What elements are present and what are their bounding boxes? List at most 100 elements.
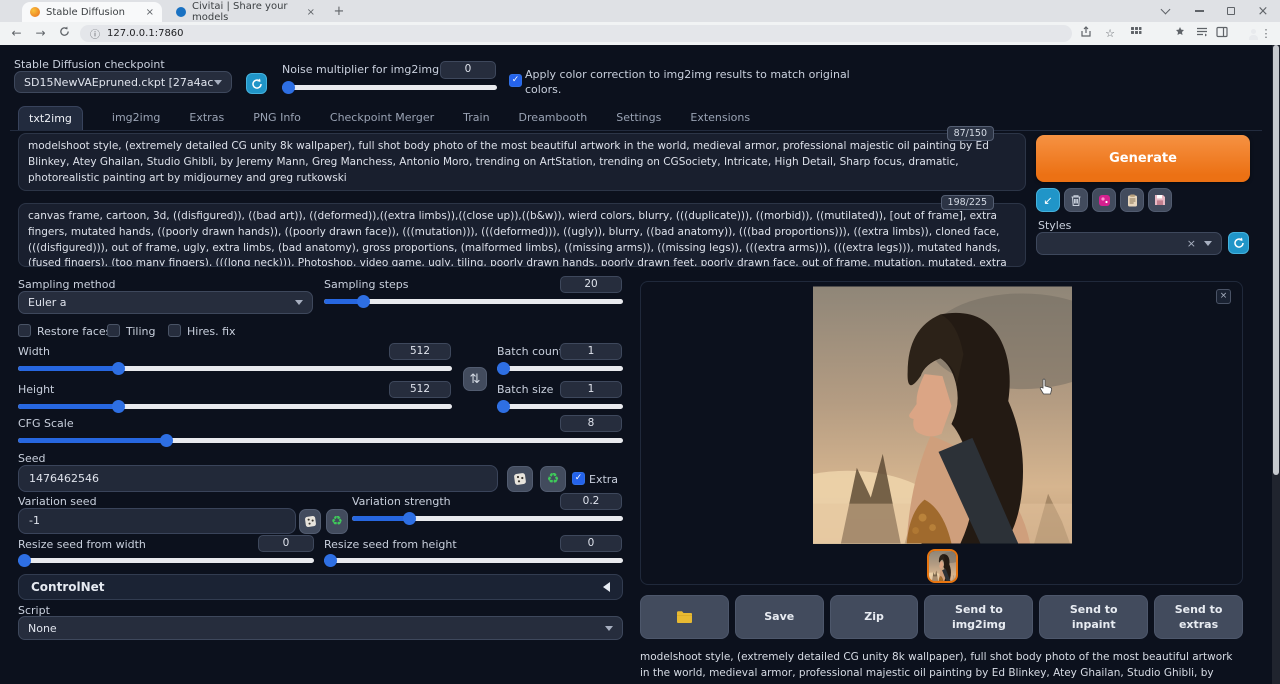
tab-train[interactable]: Train (463, 111, 489, 130)
restore-faces-checkbox[interactable] (18, 324, 31, 337)
send-to-extras-button[interactable]: Send to extras (1154, 595, 1243, 639)
extensions-puzzle-icon[interactable] (1172, 26, 1188, 42)
scrollbar-thumb[interactable] (1273, 45, 1279, 475)
styles-dropdown[interactable] (1036, 232, 1222, 255)
tab-extensions[interactable]: Extensions (690, 111, 750, 130)
checkpoint-dropdown[interactable]: SD15NewVAEpruned.ckpt [27a4ac756c] (14, 71, 232, 93)
clipboard-icon (1127, 194, 1138, 207)
clear-prompt-button[interactable] (1064, 188, 1088, 212)
reuse-variation-seed-button[interactable]: ♻ (326, 509, 348, 534)
batch-size-value[interactable]: 1 (560, 381, 622, 398)
reload-icon[interactable] (56, 25, 73, 42)
style-copy-button[interactable] (1120, 188, 1144, 212)
paste-params-button[interactable]: ↙ (1036, 188, 1060, 212)
cfg-scale-slider[interactable] (18, 434, 623, 447)
sampling-steps-slider[interactable] (324, 295, 623, 308)
save-style-button[interactable] (1148, 188, 1172, 212)
tab-dreambooth[interactable]: Dreambooth (519, 111, 588, 130)
stable-diffusion-favicon (30, 7, 40, 17)
hires-fix-checkbox[interactable] (168, 324, 181, 337)
page-scrollbar[interactable] (1272, 45, 1280, 684)
chevron-down-icon (295, 300, 303, 305)
extra-seed-checkbox[interactable] (572, 472, 585, 485)
tab-settings[interactable]: Settings (616, 111, 661, 130)
reuse-seed-button[interactable]: ♻ (540, 466, 566, 492)
gallery-close-button[interactable] (1216, 289, 1231, 304)
tab-txt2img[interactable]: txt2img (18, 106, 83, 130)
gallery-thumbnail[interactable] (927, 549, 958, 583)
batch-count-slider[interactable] (497, 362, 623, 375)
variation-seed-input[interactable]: -1 (18, 508, 296, 534)
new-tab-button[interactable]: + (330, 3, 348, 21)
window-menu-chevron-icon[interactable] (1150, 0, 1180, 22)
browser-tab-stable-diffusion[interactable]: Stable Diffusion × (22, 2, 162, 22)
send-to-img2img-button[interactable]: Send to img2img (924, 595, 1033, 639)
dice-icon (304, 515, 317, 528)
apps-grid-icon[interactable] (1128, 26, 1144, 42)
bookmark-star-icon[interactable]: ☆ (1102, 26, 1118, 42)
noise-multiplier-slider[interactable] (282, 81, 497, 94)
tab-close-icon[interactable]: × (307, 7, 315, 18)
browser-menu-dots-icon[interactable]: ⋮ (1258, 26, 1274, 42)
swap-width-height-button[interactable]: ⇅ (463, 367, 487, 391)
window-maximize-button[interactable] (1216, 0, 1246, 22)
negative-prompt-input[interactable]: canvas frame, cartoon, 3d, ((disfigured)… (18, 203, 1026, 267)
tab-close-icon[interactable]: × (146, 7, 154, 18)
variation-strength-value[interactable]: 0.2 (560, 493, 622, 510)
noise-multiplier-value[interactable]: 0 (440, 61, 496, 79)
tiling-checkbox[interactable] (107, 324, 120, 337)
resize-seed-width-value[interactable]: 0 (258, 535, 314, 552)
batch-size-slider[interactable] (497, 400, 623, 413)
sampling-method-label: Sampling method (18, 278, 115, 291)
tab-checkpoint-merger[interactable]: Checkpoint Merger (330, 111, 434, 130)
address-bar[interactable]: ⓘ 127.0.0.1:7860 (80, 25, 1072, 42)
zip-button[interactable]: Zip (830, 595, 919, 639)
open-folder-button[interactable] (640, 595, 729, 639)
variation-strength-slider[interactable] (352, 512, 623, 525)
generated-image[interactable] (813, 286, 1072, 544)
extra-seed-label: Extra (589, 473, 618, 486)
side-panel-icon[interactable] (1214, 26, 1230, 42)
tab-png-info[interactable]: PNG Info (253, 111, 301, 130)
floppy-save-icon (1154, 194, 1166, 206)
extension-blue-icon[interactable] (1150, 26, 1166, 42)
width-value[interactable]: 512 (389, 343, 451, 360)
resize-seed-width-slider[interactable] (18, 554, 314, 567)
style-apply-button[interactable] (1092, 188, 1116, 212)
tab-img2img[interactable]: img2img (112, 111, 161, 130)
resize-seed-height-value[interactable]: 0 (560, 535, 622, 552)
sampling-steps-value[interactable]: 20 (560, 276, 622, 293)
generate-button[interactable]: Generate (1036, 135, 1250, 182)
share-icon[interactable] (1078, 26, 1094, 42)
save-button[interactable]: Save (735, 595, 824, 639)
width-slider[interactable] (18, 362, 452, 375)
controlnet-accordion[interactable]: ControlNet (18, 574, 623, 600)
script-value: None (28, 622, 57, 635)
forward-icon[interactable]: → (32, 25, 49, 42)
send-to-inpaint-button[interactable]: Send to inpaint (1039, 595, 1148, 639)
height-slider[interactable] (18, 400, 452, 413)
random-variation-seed-button[interactable] (299, 509, 321, 534)
cfg-scale-value[interactable]: 8 (560, 415, 622, 432)
site-info-icon[interactable]: ⓘ (90, 26, 100, 41)
prompt-input[interactable]: modelshoot style, (extremely detailed CG… (18, 133, 1026, 191)
sampling-method-dropdown[interactable]: Euler a (18, 291, 313, 314)
tab-extras[interactable]: Extras (189, 111, 224, 130)
checkpoint-refresh-button[interactable] (246, 73, 267, 94)
script-dropdown[interactable]: None (18, 616, 623, 640)
checkpoint-label: Stable Diffusion checkpoint (14, 58, 165, 71)
styles-clear-icon[interactable] (1187, 237, 1196, 250)
window-close-button[interactable]: × (1248, 0, 1278, 22)
reading-list-icon[interactable] (1194, 26, 1210, 42)
batch-count-value[interactable]: 1 (560, 343, 622, 360)
height-value[interactable]: 512 (389, 381, 451, 398)
resize-seed-height-slider[interactable] (324, 554, 623, 567)
color-correction-checkbox[interactable] (509, 74, 522, 87)
styles-refresh-button[interactable] (1228, 232, 1249, 254)
profile-avatar[interactable] (1238, 26, 1254, 42)
seed-input[interactable]: 1476462546 (18, 465, 498, 492)
window-minimize-button[interactable] (1184, 0, 1214, 22)
browser-tab-civitai[interactable]: Civitai | Share your models × (168, 2, 323, 22)
back-icon[interactable]: ← (8, 25, 25, 42)
random-seed-button[interactable] (507, 466, 533, 492)
